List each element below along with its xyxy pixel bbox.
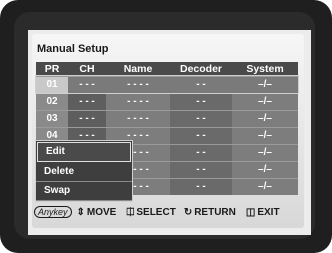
cell-decoder: - - — [170, 111, 232, 127]
anykey-label: Anykey — [34, 206, 72, 218]
cell-system: –/– — [232, 77, 298, 93]
cell-system: –/– — [232, 111, 298, 127]
cell-ch: - - - — [68, 77, 106, 93]
cell-pr: 03 — [36, 111, 68, 127]
page-title: Manual Setup — [37, 43, 109, 55]
select-label: SELECT — [136, 206, 176, 218]
cell-decoder: - - — [170, 162, 232, 178]
column-header-pr: PR — [44, 63, 60, 75]
cell-system: –/– — [232, 179, 298, 195]
table-row[interactable]: 02 - - - - - - - - - –/– — [36, 93, 298, 110]
cell-pr: 01 — [36, 77, 68, 93]
cell-decoder: - - — [170, 94, 232, 110]
context-menu: Edit Delete Swap — [35, 140, 133, 202]
cell-system: –/– — [232, 94, 298, 110]
exit-label: EXIT — [257, 206, 280, 218]
return-label: RETURN — [194, 206, 236, 218]
cell-decoder: - - — [170, 77, 232, 93]
cell-decoder: - - — [170, 128, 232, 144]
cell-pr: 02 — [36, 94, 68, 110]
column-header-system: System — [246, 63, 284, 75]
column-header-name: Name — [123, 63, 153, 75]
cell-name: - - - - — [106, 111, 170, 127]
cell-name: - - - - — [106, 77, 170, 93]
cell-system: –/– — [232, 145, 298, 161]
table-row[interactable]: 03 - - - - - - - - - –/– — [36, 110, 298, 127]
cell-decoder: - - — [170, 145, 232, 161]
up-down-arrows-icon: ⇕ — [76, 206, 85, 218]
enter-icon: ⎅ — [126, 206, 135, 218]
table-header: PR CH Name Decoder System — [36, 62, 298, 76]
exit-icon: ◫ — [245, 206, 256, 218]
move-label: MOVE — [86, 206, 117, 218]
cell-decoder: - - — [170, 179, 232, 195]
cell-system: –/– — [232, 128, 298, 144]
cell-ch: - - - — [68, 111, 106, 127]
menu-item-delete[interactable]: Delete — [36, 163, 132, 182]
cell-ch: - - - — [68, 94, 106, 110]
cell-name: - - - - — [106, 94, 170, 110]
menu-item-edit[interactable]: Edit — [37, 142, 131, 162]
key-legend: Anykey ⇕ MOVE ⎅ SELECT ↻ RETURN ◫ EXIT — [32, 202, 304, 222]
table-row[interactable]: 01 - - - - - - - - - –/– — [35, 75, 299, 94]
column-header-ch: CH — [79, 63, 95, 75]
menu-item-swap[interactable]: Swap — [36, 182, 132, 201]
cell-system: –/– — [232, 162, 298, 178]
column-header-decoder: Decoder — [179, 63, 222, 75]
return-arrow-icon: ↻ — [183, 206, 193, 218]
